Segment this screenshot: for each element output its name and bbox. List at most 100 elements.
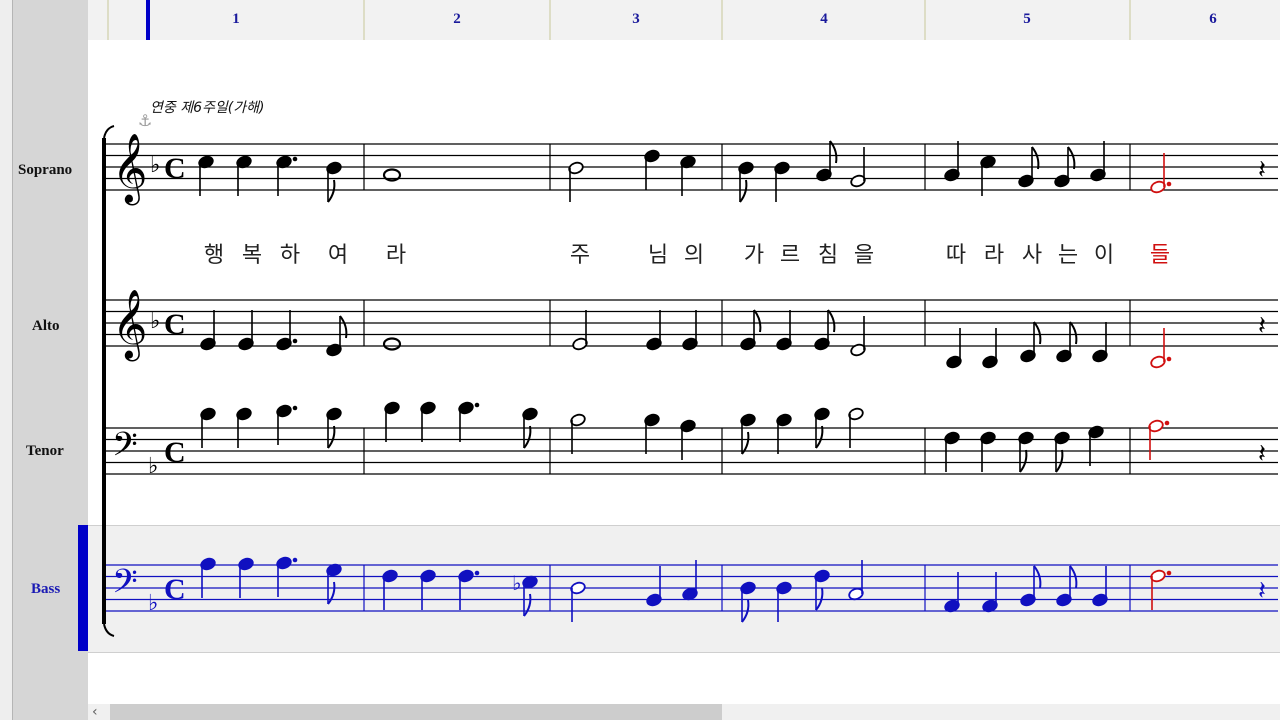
dot	[292, 557, 298, 563]
note[interactable]	[1150, 153, 1172, 194]
flat-accidental: ♭	[512, 571, 521, 595]
flag	[739, 179, 748, 203]
dot	[1164, 420, 1170, 426]
note[interactable]	[238, 310, 255, 351]
note[interactable]	[740, 581, 757, 623]
note[interactable]	[200, 310, 217, 351]
note[interactable]	[740, 309, 762, 351]
note[interactable]	[848, 560, 865, 601]
notehead	[382, 337, 402, 351]
note[interactable]	[646, 310, 663, 351]
note[interactable]	[814, 309, 836, 351]
note[interactable]	[458, 569, 480, 610]
note[interactable]	[740, 413, 757, 455]
score-svg[interactable]: 123456 𝄞 ♭ C 𝄽𝄞 ♭ C 𝄽𝄢 ♭ C 𝄽𝄢 ♭ C 𝄽 ♭ 행복하여라주님의가르침을따라…	[0, 0, 1280, 720]
dot	[1166, 356, 1172, 362]
note[interactable]	[774, 161, 791, 202]
time-signature: C	[164, 308, 186, 341]
note[interactable]	[1056, 565, 1078, 607]
note[interactable]	[568, 161, 585, 202]
measure-number: 4	[820, 11, 828, 27]
note[interactable]	[738, 161, 755, 203]
scrollbar-thumb[interactable]	[110, 704, 722, 720]
note[interactable]	[1090, 141, 1107, 182]
treble-clef-icon: 𝄞	[112, 133, 147, 205]
treble-clef-icon: 𝄞	[112, 289, 147, 361]
flag	[827, 309, 836, 333]
dot	[474, 570, 480, 576]
flag	[327, 581, 336, 605]
staves: 𝄞 ♭ C 𝄽𝄞 ♭ C 𝄽𝄢 ♭ C 𝄽𝄢 ♭ C 𝄽	[106, 133, 1278, 616]
dot	[292, 338, 298, 344]
playback-cursor	[146, 0, 150, 40]
note[interactable]	[326, 563, 343, 605]
flag	[1033, 321, 1042, 345]
note[interactable]	[1056, 321, 1078, 363]
lyric-syllable: 님	[648, 243, 668, 268]
note[interactable]	[420, 569, 437, 610]
note[interactable]	[776, 413, 793, 454]
note[interactable]	[644, 413, 661, 454]
note[interactable]	[326, 315, 348, 357]
dot	[1166, 570, 1172, 576]
flag	[327, 179, 336, 203]
note[interactable]	[572, 310, 589, 351]
note[interactable]	[1092, 322, 1109, 363]
scroll-left-arrow-icon[interactable]: ‹	[92, 704, 106, 720]
note[interactable]	[384, 401, 401, 442]
note[interactable]	[814, 569, 831, 611]
note[interactable]	[1150, 569, 1172, 610]
note[interactable]	[570, 581, 587, 622]
flag	[1055, 449, 1064, 473]
note[interactable]	[682, 310, 699, 351]
note[interactable]	[238, 557, 255, 598]
note[interactable]	[850, 316, 867, 357]
note[interactable]	[382, 569, 399, 610]
notes[interactable]: ♭	[198, 140, 1172, 623]
note[interactable]	[644, 149, 661, 190]
bass-clef-icon: 𝄢	[112, 426, 138, 472]
note[interactable]	[816, 140, 838, 182]
note[interactable]	[1020, 565, 1042, 607]
lyric-syllable: 행	[204, 243, 224, 268]
lyric-syllable: 침	[818, 243, 838, 268]
flag	[1019, 449, 1028, 473]
flat-key-signature: ♭	[148, 591, 158, 616]
note[interactable]	[570, 413, 587, 454]
lyric-syllable: 주	[570, 243, 590, 268]
note[interactable]	[682, 560, 699, 601]
time-signature: C	[164, 152, 186, 185]
lyrics: 행복하여라주님의가르침을따라사는이들	[204, 243, 1170, 268]
note[interactable]	[776, 310, 793, 351]
measure-number: 3	[632, 11, 640, 27]
flat-key-signature: ♭	[150, 309, 160, 334]
note[interactable]	[382, 337, 402, 351]
note[interactable]	[982, 572, 999, 613]
anchor-icon: ⚓	[138, 111, 152, 130]
lyric-syllable: 따	[946, 243, 966, 268]
note[interactable]	[276, 404, 298, 445]
lyric-syllable: 하	[280, 243, 300, 268]
quarter-rest-icon: 𝄽	[1258, 439, 1266, 469]
note[interactable]	[646, 566, 663, 607]
note[interactable]	[458, 401, 480, 442]
note[interactable]	[944, 572, 961, 613]
quarter-rest-icon: 𝄽	[1258, 155, 1266, 185]
note[interactable]	[776, 581, 793, 622]
note[interactable]	[1092, 566, 1109, 607]
note[interactable]	[522, 575, 539, 617]
flag	[1067, 146, 1076, 170]
note[interactable]	[1020, 321, 1042, 363]
lyric-syllable: 여	[328, 243, 348, 268]
flag	[1031, 146, 1040, 170]
flag	[523, 425, 532, 449]
note[interactable]	[276, 310, 298, 351]
note[interactable]	[944, 141, 961, 182]
note[interactable]	[1088, 425, 1105, 466]
dot	[474, 402, 480, 408]
flag	[327, 425, 336, 449]
note[interactable]	[420, 401, 437, 442]
note[interactable]	[326, 161, 343, 203]
flag	[1069, 321, 1078, 345]
note[interactable]	[200, 557, 217, 598]
